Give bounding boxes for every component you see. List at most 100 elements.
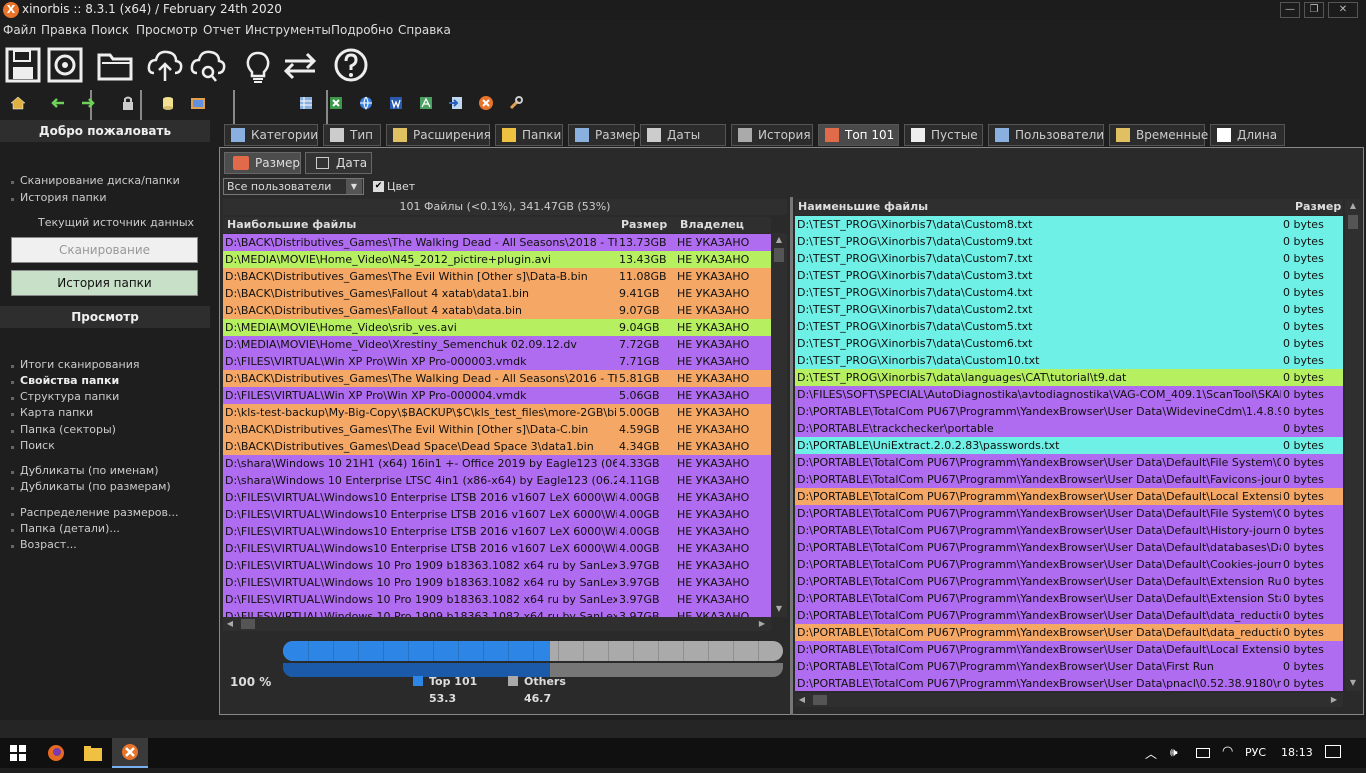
view-link[interactable]: Структура папки (20, 390, 119, 403)
tab-11[interactable]: Длина (1210, 124, 1285, 146)
file-explorer-icon[interactable] (75, 738, 111, 768)
table-row[interactable]: D:\PORTABLE\TotalCom PU67\Programm\Yande… (795, 675, 1343, 691)
tab-5[interactable]: Даты (640, 124, 726, 146)
subtab-size[interactable]: Размер (224, 152, 301, 174)
subtab-date[interactable]: Дата (305, 152, 372, 174)
minimize-button[interactable]: — (1280, 2, 1300, 18)
table-row[interactable]: D:\TEST_PROG\Xinorbis7\data\Custom3.txt 0… (795, 267, 1343, 284)
table-row[interactable]: D:\FILES\VIRTUAL\Windows 10 Pro 1909 b18… (223, 608, 771, 617)
tab-4[interactable]: Размеры (568, 124, 650, 146)
largest-vertical-scrollbar[interactable]: ▲ ▼ (771, 233, 787, 617)
menu-view[interactable]: Просмотр (136, 23, 198, 37)
back-arrow-icon[interactable] (50, 95, 66, 111)
report-web-icon[interactable] (358, 95, 374, 111)
view-link[interactable]: Дубликаты (по именам) (20, 464, 159, 477)
table-row[interactable]: D:\FILES\VIRTUAL\Win XP Pro\Win XP Pro-0… (223, 353, 771, 370)
cloud-search-icon[interactable] (189, 45, 227, 85)
tab-7[interactable]: Топ 101 (818, 124, 899, 146)
view-link[interactable]: Дубликаты (по размерам) (20, 480, 171, 493)
tab-0[interactable]: Категории (224, 124, 318, 146)
xinorbis-icon[interactable] (478, 95, 494, 111)
table-row[interactable]: D:\PORTABLE\TotalCom PU67\Programm\Yande… (795, 607, 1343, 624)
view-link[interactable]: Распределение размеров... (20, 506, 178, 519)
table-row[interactable]: D:\PORTABLE\TotalCom PU67\Programm\Yande… (795, 624, 1343, 641)
table-row[interactable]: D:\PORTABLE\TotalCom PU67\Programm\Yande… (795, 556, 1343, 573)
table-row[interactable]: D:\MEDIA\MOVIE\Home_Video\Xrestiny_Semen… (223, 336, 771, 353)
view-link[interactable]: Возраст... (20, 538, 77, 551)
tab-9[interactable]: Пользователи (988, 124, 1104, 146)
chevron-down-icon[interactable]: ▼ (346, 179, 362, 194)
view-link[interactable]: Карта папки (20, 406, 93, 419)
table-row[interactable]: D:\FILES\VIRTUAL\Windows 10 Pro 1909 b18… (223, 574, 771, 591)
open-folder-icon[interactable] (96, 45, 134, 85)
language-indicator[interactable]: РУС (1245, 746, 1266, 759)
table-row[interactable]: D:\TEST_PROG\Xinorbis7\data\languages\CA… (795, 369, 1343, 386)
scroll-up-icon[interactable]: ▲ (1346, 199, 1360, 213)
battery-icon[interactable] (1196, 748, 1210, 758)
table-row[interactable]: D:\FILES\VIRTUAL\Windows10 Enterprise LT… (223, 540, 771, 557)
report-import-icon[interactable] (448, 95, 464, 111)
tab-10[interactable]: Временные (1109, 124, 1208, 146)
scroll-thumb[interactable] (774, 248, 784, 262)
table-row[interactable]: D:\FILES\VIRTUAL\Windows 10 Pro 1909 b18… (223, 591, 771, 608)
table-row[interactable]: D:\TEST_PROG\Xinorbis7\data\Custom10.txt… (795, 352, 1343, 369)
tab-8[interactable]: Пустые (904, 124, 983, 146)
table-row[interactable]: D:\MEDIA\MOVIE\Home_Video\N45_2012_picti… (223, 251, 771, 268)
view-link[interactable]: Поиск (20, 439, 55, 452)
scroll-up-icon[interactable]: ▲ (772, 233, 786, 247)
table-row[interactable]: D:\PORTABLE\TotalCom PU67\Programm\Yande… (795, 403, 1343, 420)
tab-6[interactable]: История (731, 124, 813, 146)
table-row[interactable]: D:\BACK\Distributives_Games\Fallout 4 xa… (223, 285, 771, 302)
table-row[interactable]: D:\shara\Windows 10 21H1 (x64) 16in1 +- … (223, 455, 771, 472)
xinorbis-taskbar-icon[interactable] (112, 738, 148, 768)
menu-file[interactable]: Файл (3, 23, 36, 37)
swap-icon[interactable] (281, 45, 319, 85)
view-link[interactable]: Свойства папки (20, 374, 119, 387)
table-row[interactable]: D:\PORTABLE\TotalCom PU67\Programm\Yande… (795, 488, 1343, 505)
close-button[interactable]: ✕ (1328, 2, 1358, 18)
table-row[interactable]: D:\PORTABLE\TotalCom PU67\Programm\Yande… (795, 471, 1343, 488)
menu-edit[interactable]: Правка (41, 23, 87, 37)
scroll-down-icon[interactable]: ▼ (772, 602, 786, 616)
report-table-icon[interactable] (298, 95, 314, 111)
table-row[interactable]: D:\PORTABLE\TotalCom PU67\Programm\Yande… (795, 539, 1343, 556)
speaker-icon[interactable]: 🕪 (1170, 745, 1178, 760)
tools-wrench-icon[interactable] (508, 95, 524, 111)
table-row[interactable]: D:\FILES\VIRTUAL\Windows10 Enterprise LT… (223, 489, 771, 506)
menu-report[interactable]: Отчет (203, 23, 241, 37)
lock-icon[interactable] (120, 95, 136, 111)
smallest-horizontal-scrollbar[interactable]: ◀ ▶ (795, 693, 1343, 707)
table-row[interactable]: D:\PORTABLE\UniExtract.2.0.2.83\password… (795, 437, 1343, 454)
table-row[interactable]: D:\TEST_PROG\Xinorbis7\data\Custom9.txt 0… (795, 233, 1343, 250)
forward-arrow-icon[interactable] (80, 95, 96, 111)
table-row[interactable]: D:\FILES\VIRTUAL\Windows10 Enterprise LT… (223, 506, 771, 523)
wifi-icon[interactable]: ◠ (1222, 744, 1233, 759)
table-row[interactable]: D:\FILES\VIRTUAL\Windows 10 Pro 1909 b18… (223, 557, 771, 574)
color-checkbox[interactable]: ✔ (373, 181, 384, 192)
smallest-vertical-scrollbar[interactable]: ▲ ▼ (1345, 199, 1361, 691)
table-row[interactable]: D:\BACK\Distributives_Games\The Evil Wit… (223, 268, 771, 285)
folder-history-link[interactable]: История папки (20, 191, 107, 204)
history-button[interactable]: История папки (11, 270, 198, 296)
clock[interactable]: 18:13 (1281, 746, 1313, 759)
table-row[interactable]: D:\kls-test-backup\My-Big-Copy\$BACKUP\$… (223, 404, 771, 421)
table-row[interactable]: D:\BACK\Distributives_Games\The Walking … (223, 370, 771, 387)
view-link[interactable]: Папка (секторы) (20, 423, 116, 436)
tab-2[interactable]: Расширения (386, 124, 491, 146)
tray-chevron-up-icon[interactable]: ︿ (1145, 745, 1157, 762)
scroll-thumb[interactable] (1348, 215, 1358, 229)
save-icon[interactable] (4, 45, 42, 85)
scroll-right-icon[interactable]: ▶ (1327, 693, 1341, 707)
scan-button[interactable]: Сканирование (11, 237, 198, 263)
menu-search[interactable]: Поиск (91, 23, 129, 37)
table-row[interactable]: D:\PORTABLE\TotalCom PU67\Programm\Yande… (795, 658, 1343, 675)
firefox-icon[interactable] (38, 738, 74, 768)
table-row[interactable]: D:\PORTABLE\TotalCom PU67\Programm\Yande… (795, 641, 1343, 658)
cloud-upload-icon[interactable] (146, 45, 184, 85)
users-dropdown[interactable]: Все пользователи (223, 178, 364, 195)
view-link[interactable]: Папка (детали)... (20, 522, 120, 535)
table-row[interactable]: D:\BACK\Distributives_Games\Fallout 4 xa… (223, 302, 771, 319)
col-header-size[interactable]: Размер (621, 217, 667, 233)
table-row[interactable]: D:\TEST_PROG\Xinorbis7\data\Custom5.txt 0… (795, 318, 1343, 335)
scroll-right-icon[interactable]: ▶ (755, 617, 769, 631)
